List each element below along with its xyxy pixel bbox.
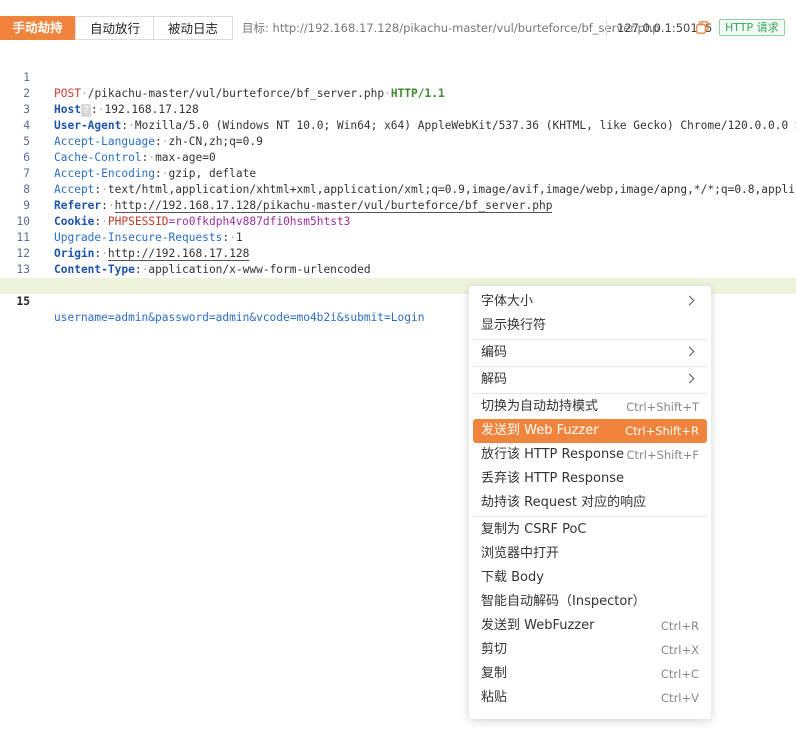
toolbar: 手动劫持 自动放行 被动日志 目标: http://192.168.17.128… bbox=[0, 0, 796, 56]
code-line: 2 Host?:·192.168.17.128 bbox=[0, 70, 796, 117]
status-badge: HTTP 请求 bbox=[719, 19, 785, 36]
menu-item-send-webfuzzer[interactable]: 发送到 WebFuzzer Ctrl+R bbox=[473, 614, 707, 638]
menu-item-label: 放行该 HTTP Response bbox=[481, 447, 624, 462]
menu-item-label: 复制 bbox=[481, 666, 508, 681]
menu-item-font-size[interactable]: 字体大小 bbox=[473, 290, 707, 314]
code-line: 7 Accept:·text/html,application/xhtml+xm… bbox=[0, 150, 796, 196]
menu-item-switch-auto-hijack[interactable]: 切换为自动劫持模式 Ctrl+Shift+T bbox=[473, 395, 707, 419]
menu-shortcut: Ctrl+Shift+R bbox=[625, 424, 699, 438]
menu-shortcut: Ctrl+V bbox=[661, 691, 699, 705]
menu-item-label: 浏览器中打开 bbox=[481, 546, 560, 561]
menu-item-label: 显示换行符 bbox=[481, 318, 547, 333]
menu-item-label: 解码 bbox=[481, 372, 508, 387]
chevron-right-icon bbox=[684, 373, 695, 384]
menu-item-copy-csrf-poc[interactable]: 复制为 CSRF PoC bbox=[473, 518, 707, 542]
menu-item-drop-response[interactable]: 丢弃该 HTTP Response bbox=[473, 467, 707, 491]
code-line: 9 Cookie:·PHPSESSID=ro0fkdph4v887dfi0hsm… bbox=[0, 182, 796, 228]
code-line: 6 Accept-Encoding:·gzip, deflate bbox=[0, 134, 796, 180]
menu-item-decode[interactable]: 解码 bbox=[473, 368, 707, 392]
code-line: 12 Content-Type:·application/x-www-form-… bbox=[0, 230, 796, 276]
menu-item-label: 劫持该 Request 对应的响应 bbox=[481, 495, 647, 510]
tab-manual-hijack[interactable]: 手动劫持 bbox=[0, 16, 75, 40]
code-line: 3 User-Agent:·Mozilla/5.0 (Windows NT 10… bbox=[0, 86, 796, 132]
menu-divider bbox=[473, 339, 707, 340]
code-line: 11 Origin:·http://192.168.17.128 bbox=[0, 214, 796, 261]
menu-divider bbox=[473, 393, 707, 394]
menu-item-label: 下载 Body bbox=[481, 570, 544, 585]
request-body[interactable]: username=admin&password=admin&vcode=mo4b… bbox=[54, 310, 424, 326]
menu-item-label: 编码 bbox=[481, 345, 508, 360]
code-line: 4 Accept-Language:·zh-CN,zh;q=0.9 bbox=[0, 102, 796, 148]
menu-shortcut: Ctrl+R bbox=[660, 619, 699, 633]
menu-item-paste[interactable]: 粘贴 Ctrl+V bbox=[473, 686, 707, 710]
menu-shortcut: Ctrl+C bbox=[660, 667, 699, 681]
menu-item-smart-decode[interactable]: 智能自动解码（Inspector） bbox=[473, 590, 707, 614]
menu-item-open-in-browser[interactable]: 浏览器中打开 bbox=[473, 542, 707, 566]
menu-item-encode[interactable]: 编码 bbox=[473, 341, 707, 365]
menu-item-show-newline[interactable]: 显示换行符 bbox=[473, 314, 707, 338]
code-line: 1 POST·/pikachu-master/vul/burteforce/bf… bbox=[0, 54, 796, 100]
menu-item-label: 发送到 WebFuzzer bbox=[481, 618, 595, 633]
menu-item-label: 字体大小 bbox=[481, 294, 534, 309]
menu-item-label: 复制为 CSRF PoC bbox=[481, 522, 587, 537]
line-number: 15 bbox=[16, 295, 30, 308]
tab-passive-log[interactable]: 被动日志 bbox=[153, 16, 233, 40]
chevron-right-icon bbox=[684, 346, 695, 357]
menu-item-copy[interactable]: 复制 Ctrl+C bbox=[473, 662, 707, 686]
code-line: 14 bbox=[0, 262, 796, 292]
toolbar-divider bbox=[606, 20, 607, 36]
copy-icon[interactable] bbox=[696, 21, 709, 34]
menu-item-send-web-fuzzer[interactable]: 发送到 Web Fuzzer Ctrl+Shift+R bbox=[473, 419, 707, 443]
menu-item-label: 发送到 Web Fuzzer bbox=[481, 423, 599, 438]
code-line: 10 Upgrade-Insecure-Requests:·1 bbox=[0, 198, 796, 244]
menu-item-download-body[interactable]: 下载 Body bbox=[473, 566, 707, 590]
menu-divider bbox=[473, 366, 707, 367]
menu-item-label: 粘贴 bbox=[481, 690, 508, 705]
code-line: 5 Cache-Control:·max-age=0 bbox=[0, 118, 796, 164]
menu-shortcut: Ctrl+Shift+T bbox=[626, 400, 699, 414]
menu-item-release-response[interactable]: 放行该 HTTP Response Ctrl+Shift+F bbox=[473, 443, 707, 467]
menu-shortcut: Ctrl+X bbox=[661, 643, 699, 657]
chevron-right-icon bbox=[684, 295, 695, 306]
menu-item-hijack-response[interactable]: 劫持该 Request 对应的响应 bbox=[473, 491, 707, 515]
code-line: 13 Content-Lengthauto:·55 bbox=[0, 246, 796, 293]
code-line: 8 Referer:·http://192.168.17.128/pikachu… bbox=[0, 166, 796, 213]
context-menu: 字体大小 显示换行符 编码 解码 切换为自动劫持模式 Ctrl+Shift+T 发… bbox=[469, 286, 711, 719]
menu-divider bbox=[473, 516, 707, 517]
menu-item-label: 剪切 bbox=[481, 642, 508, 657]
menu-item-label: 切换为自动劫持模式 bbox=[481, 399, 599, 414]
menu-item-label: 丢弃该 HTTP Response bbox=[481, 471, 624, 486]
menu-shortcut: Ctrl+Shift+F bbox=[626, 448, 700, 462]
target-url: 目标: http://192.168.17.128/pikachu-master… bbox=[242, 21, 660, 35]
menu-item-label: 智能自动解码（Inspector） bbox=[481, 594, 646, 609]
tab-auto-release[interactable]: 自动放行 bbox=[75, 16, 154, 40]
menu-item-cut[interactable]: 剪切 Ctrl+X bbox=[473, 638, 707, 662]
